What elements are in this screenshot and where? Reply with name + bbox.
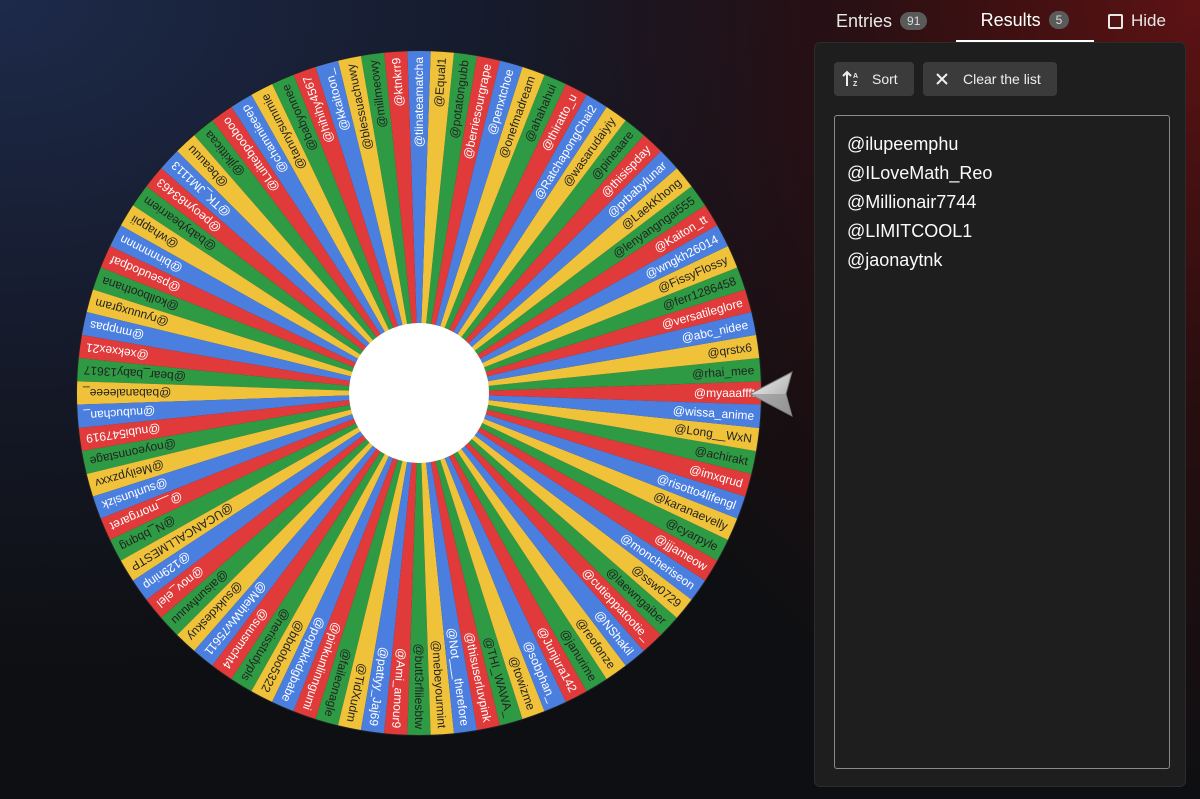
result-item: @LIMITCOOL1 <box>847 221 973 241</box>
wheel-graphic[interactable]: @myaaaffft@rhai_mee@qrstx6@abc_nidee@ver… <box>0 0 840 799</box>
spin-wheel[interactable]: @myaaaffft @rhai_mee @qrstx6 @abc_nidee @ver… <box>0 0 840 799</box>
tab-entries-label: Entries <box>836 10 893 31</box>
wheel-entry-label: @tiinateamatcha <box>412 57 426 148</box>
clear-list-button[interactable]: Clear the list <box>923 62 1057 96</box>
results-panel: A Z Sort Clear the list @ilupeemphu @ILo… <box>814 42 1186 787</box>
panel-tabs: Entries 91 Results 5 Hide <box>814 0 1200 42</box>
svg-text:Z: Z <box>853 81 858 88</box>
results-count-badge: 5 <box>1048 11 1070 29</box>
results-textarea[interactable]: @ilupeemphu @ILoveMath_Reo @Millionair77… <box>834 115 1170 769</box>
svg-text:A: A <box>853 73 858 80</box>
hide-toggle[interactable]: Hide <box>1108 0 1166 42</box>
tab-entries[interactable]: Entries 91 <box>836 0 928 42</box>
close-icon <box>936 73 948 85</box>
sort-icon: A Z <box>842 70 858 88</box>
hide-label: Hide <box>1131 11 1166 30</box>
clear-list-label: Clear the list <box>963 71 1041 87</box>
result-item: @Millionair7744 <box>847 192 977 212</box>
result-item: @jaonaytnk <box>847 250 943 270</box>
sort-label: Sort <box>872 71 898 87</box>
wheel-center-hub[interactable] <box>349 323 489 463</box>
wheel-entry-label: @myaaaffft <box>694 386 756 400</box>
entries-count-badge: 91 <box>900 12 928 30</box>
hide-checkbox[interactable] <box>1108 13 1123 29</box>
result-item: @ILoveMath_Reo <box>847 163 993 183</box>
wheel-entry-label: @butt3rfliiesbtw <box>412 643 426 729</box>
tab-results[interactable]: Results 5 <box>956 0 1094 42</box>
result-item: @ilupeemphu <box>847 134 959 154</box>
tab-results-label: Results <box>980 9 1041 30</box>
sort-button[interactable]: A Z Sort <box>834 62 914 96</box>
wheel-pointer-icon <box>748 371 793 417</box>
wheel-entry-label: @babanaleeee_ <box>83 386 172 400</box>
